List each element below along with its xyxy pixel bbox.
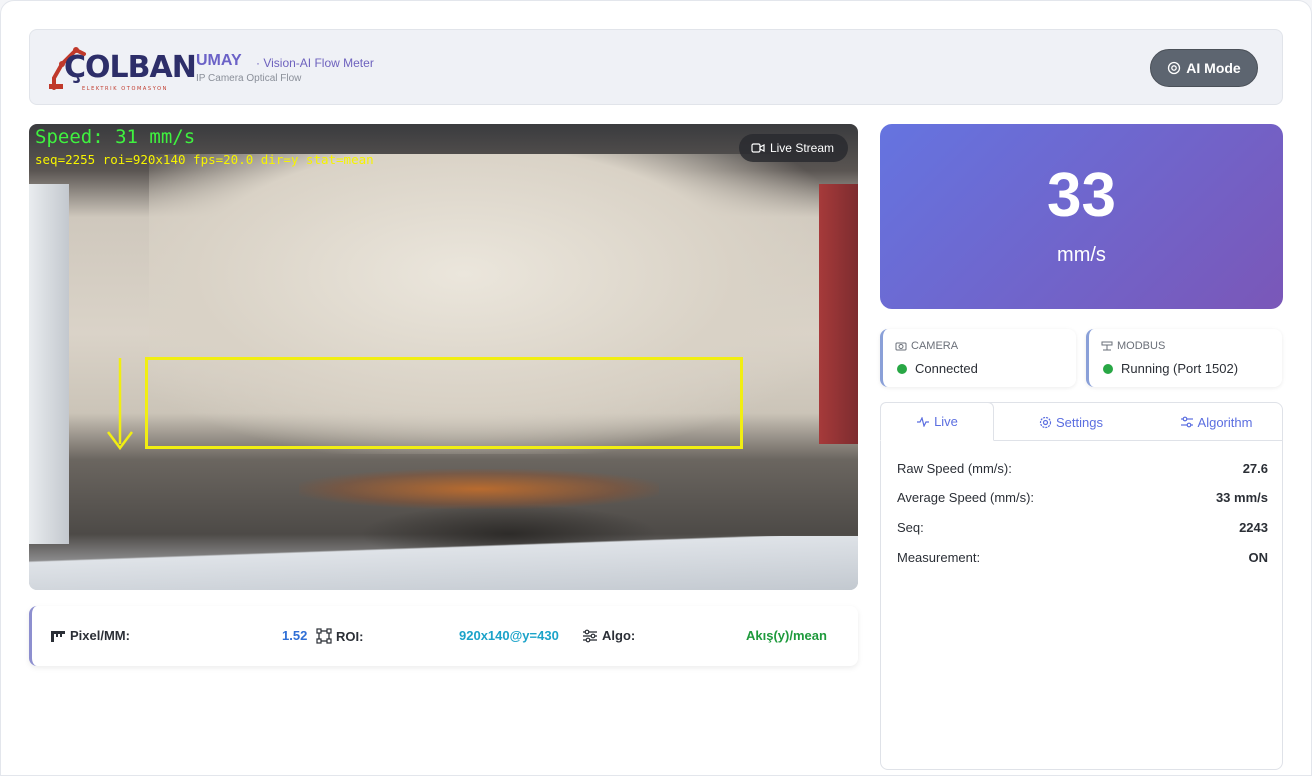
- seq-value: 2243: [1239, 520, 1268, 535]
- sliders-icon: [1180, 416, 1193, 428]
- modbus-status-label: MODBUS: [1117, 340, 1166, 352]
- chip-icon: [1168, 61, 1181, 75]
- direction-arrow-icon: [107, 358, 133, 451]
- measurement-label: Measurement:: [897, 550, 981, 565]
- overlay-info-text: seq=2255 roi=920x140 fps=20.0 dir=y stat…: [35, 152, 374, 167]
- ruler-icon: [51, 630, 65, 642]
- live-stream-label: Live Stream: [769, 141, 834, 155]
- roi-box: [145, 357, 743, 449]
- average-speed-value: 33 mm/s: [1215, 490, 1268, 505]
- roi-frame-icon: [316, 628, 332, 644]
- roi-label: ROI:: [316, 628, 363, 644]
- seq-row: Seq: 2243: [897, 520, 1268, 535]
- camera-stream[interactable]: Speed: 31 mm/s seq=2255 roi=920x140 fps=…: [29, 124, 858, 590]
- modbus-status-value: Running (Port 1502): [1121, 361, 1239, 376]
- speed-unit: mm/s: [1057, 244, 1106, 266]
- camera-status-value: Connected: [915, 361, 978, 376]
- app-header: ÇOLBAN ELEKTRIK OTOMASYON UMAY · Vision-…: [29, 29, 1283, 105]
- app-description: IP Camera Optical Flow: [196, 73, 302, 84]
- sliders-icon: [583, 629, 597, 642]
- tab-algorithm[interactable]: Algorithm: [1151, 403, 1281, 441]
- average-speed-label: Average Speed (mm/s):: [897, 490, 1035, 505]
- network-icon: [1101, 341, 1113, 351]
- gear-icon: [1039, 416, 1052, 428]
- info-panel: Live Settings Algorithm Raw Speed (mm/s)…: [880, 402, 1283, 770]
- camera-status-card: CAMERA Connected: [880, 329, 1076, 387]
- modbus-status-card: MODBUS Running (Port 1502): [1086, 329, 1282, 387]
- parameter-bar: Pixel/MM: 1.52 ROI: 920x140@y=430 Algo: …: [29, 606, 858, 666]
- pixel-mm-value: 1.52: [282, 628, 308, 643]
- measurement-value: ON: [1248, 550, 1269, 565]
- raw-speed-label: Raw Speed (mm/s):: [897, 461, 1012, 476]
- speed-value: 33: [1047, 161, 1116, 230]
- app-subtitle: · Vision-AI Flow Meter: [256, 56, 374, 70]
- tab-bar: Live Settings Algorithm: [880, 402, 1282, 441]
- camera-status-dot: [897, 363, 907, 374]
- overlay-speed-text: Speed: 31 mm/s: [35, 126, 196, 148]
- app-title: UMAY: [196, 52, 242, 69]
- average-speed-row: Average Speed (mm/s): 33 mm/s: [897, 490, 1268, 505]
- raw-speed-value: 27.6: [1242, 461, 1268, 476]
- tab-settings[interactable]: Settings: [1011, 403, 1131, 441]
- ai-mode-button[interactable]: AI Mode: [1150, 49, 1258, 87]
- ai-mode-label: AI Mode: [1186, 60, 1241, 76]
- company-logo: ÇOLBAN ELEKTRIK OTOMASYON: [48, 44, 197, 94]
- algo-value: Akış(y)/mean: [746, 628, 827, 643]
- live-stream-badge: Live Stream: [738, 134, 848, 162]
- modbus-status-dot: [1103, 363, 1113, 374]
- roi-value: 920x140@y=430: [459, 628, 559, 643]
- tab-live[interactable]: Live: [880, 402, 994, 441]
- pulse-icon: [917, 416, 930, 427]
- raw-speed-row: Raw Speed (mm/s): 27.6: [897, 461, 1268, 476]
- measurement-row: Measurement: ON: [897, 550, 1268, 565]
- camera-status-label: CAMERA: [911, 340, 959, 352]
- logo-text: ÇOLBAN: [64, 50, 197, 85]
- algo-label: Algo:: [582, 628, 635, 643]
- logo-subtext: ELEKTRIK OTOMASYON: [82, 86, 168, 92]
- speed-display-card: 33 mm/s: [880, 124, 1283, 309]
- video-camera-icon: [751, 143, 765, 153]
- seq-label: Seq:: [897, 520, 924, 535]
- camera-icon: [895, 342, 907, 351]
- app-window: ÇOLBAN ELEKTRIK OTOMASYON UMAY · Vision-…: [0, 0, 1312, 776]
- pixel-mm-label: Pixel/MM:: [50, 628, 130, 643]
